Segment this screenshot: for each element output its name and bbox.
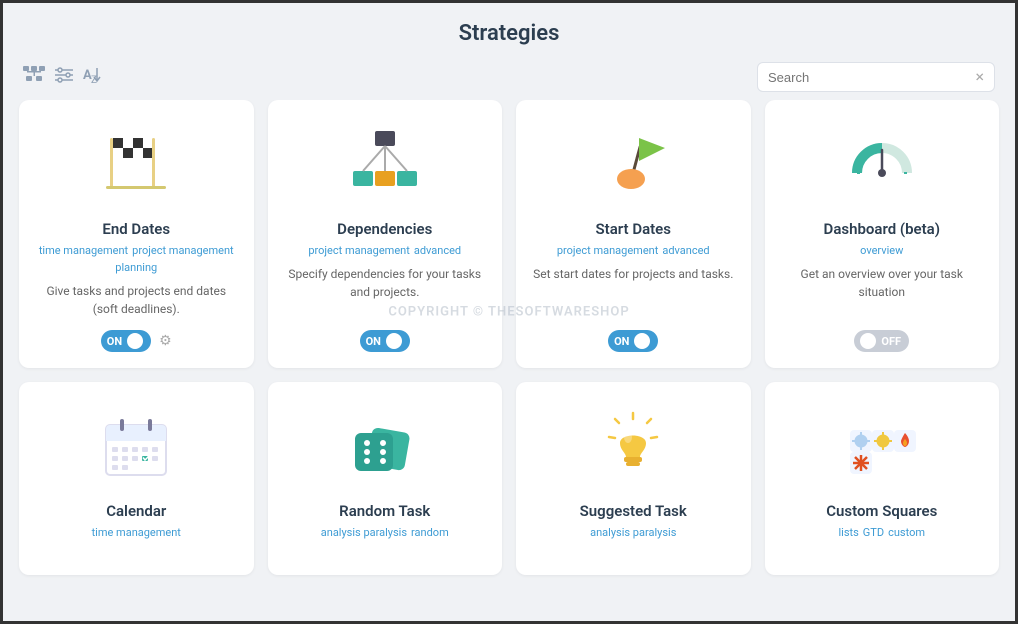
tag-time-management[interactable]: time management (39, 244, 128, 257)
card-dependencies: Dependencies project management advanced… (268, 100, 503, 368)
suggested-task-title: Suggested Task (580, 502, 687, 520)
start-dates-toggle-label: ON (614, 335, 629, 348)
end-dates-toggle[interactable]: ON (101, 330, 151, 352)
search-input[interactable] (768, 70, 975, 85)
tag-random[interactable]: random (411, 526, 449, 539)
toolbar-left: A Z (23, 66, 101, 89)
card-start-dates: Start Dates project management advanced … (516, 100, 751, 368)
start-dates-footer: ON (608, 330, 658, 352)
card-calendar: Calendar time management (19, 382, 254, 575)
tag-advanced2[interactable]: advanced (662, 244, 709, 257)
end-dates-tags: time management project management plann… (35, 244, 238, 274)
custom-squares-tags: lists GTD custom (838, 526, 925, 539)
tag-analysis-paralysis2[interactable]: analysis paralysis (590, 526, 676, 539)
hierarchy-icon[interactable] (23, 66, 45, 89)
tag-proj-mgmt2[interactable]: project management (557, 244, 658, 257)
dependencies-toggle-label: ON (366, 335, 381, 348)
tag-advanced[interactable]: advanced (414, 244, 461, 257)
page-title: Strategies (3, 21, 1015, 46)
cards-container: End Dates time management project manage… (3, 100, 1015, 621)
dashboard-title: Dashboard (beta) (824, 220, 940, 238)
end-dates-description: Give tasks and projects end dates (soft … (35, 282, 238, 318)
dashboard-image (842, 118, 922, 208)
end-dates-toggle-label: ON (107, 335, 122, 348)
tag-project-mgmt[interactable]: project management (308, 244, 409, 257)
dashboard-toggle-label: OFF (881, 335, 901, 348)
tag-gtd[interactable]: GTD (863, 526, 884, 539)
dependencies-tags: project management advanced (308, 244, 461, 257)
calendar-image (96, 400, 176, 490)
tag-custom[interactable]: custom (888, 526, 925, 539)
end-dates-title: End Dates (102, 220, 170, 238)
dashboard-toggle-knob (860, 333, 876, 349)
dashboard-description: Get an overview over your task situation (781, 265, 984, 318)
card-dashboard: Dashboard (beta) overview Get an overvie… (765, 100, 1000, 368)
filter-icon[interactable] (55, 66, 73, 89)
start-dates-image (593, 118, 673, 208)
suggested-task-tags: analysis paralysis (590, 526, 676, 539)
dependencies-title: Dependencies (337, 220, 432, 238)
tag-time-mgmt2[interactable]: time management (92, 526, 181, 539)
tag-overview[interactable]: overview (860, 244, 903, 257)
card-suggested-task: Suggested Task analysis paralysis (516, 382, 751, 575)
tag-analysis-paralysis[interactable]: analysis paralysis (321, 526, 407, 539)
dashboard-tags: overview (860, 244, 903, 257)
dashboard-toggle[interactable]: OFF (854, 330, 909, 352)
dashboard-footer: OFF (854, 330, 909, 352)
dependencies-footer: ON (360, 330, 410, 352)
end-dates-toggle-knob (127, 333, 143, 349)
dependencies-description: Specify dependencies for your tasks and … (284, 265, 487, 318)
custom-squares-title: Custom Squares (826, 502, 937, 520)
tag-lists[interactable]: lists (838, 526, 858, 539)
page-header: Strategies (3, 3, 1015, 56)
end-dates-image (96, 118, 176, 208)
start-dates-title: Start Dates (596, 220, 671, 238)
calendar-tags: time management (92, 526, 181, 539)
tag-project-management[interactable]: project management (132, 244, 233, 257)
page: Strategies (3, 3, 1015, 621)
start-dates-description: Set start dates for projects and tasks. (533, 265, 733, 318)
dependencies-toggle[interactable]: ON (360, 330, 410, 352)
tag-planning[interactable]: planning (115, 261, 157, 274)
start-dates-tags: project management advanced (557, 244, 710, 257)
card-end-dates: End Dates time management project manage… (19, 100, 254, 368)
start-dates-toggle-knob (634, 333, 650, 349)
custom-squares-image (842, 400, 922, 490)
search-box[interactable]: × (757, 62, 995, 92)
end-dates-gear-icon[interactable]: ⚙ (159, 333, 172, 349)
random-task-title: Random Task (339, 502, 430, 520)
card-custom-squares: Custom Squares lists GTD custom (765, 382, 1000, 575)
toolbar: A Z × (3, 56, 1015, 100)
card-random-task: Random Task analysis paralysis random (268, 382, 503, 575)
start-dates-toggle[interactable]: ON (608, 330, 658, 352)
cards-grid: End Dates time management project manage… (19, 100, 999, 575)
sort-icon[interactable]: A Z (83, 66, 101, 89)
calendar-title: Calendar (106, 502, 166, 520)
random-task-tags: analysis paralysis random (321, 526, 449, 539)
random-task-image (345, 400, 425, 490)
dependencies-image (345, 118, 425, 208)
suggested-task-image (593, 400, 673, 490)
end-dates-footer: ON ⚙ (101, 330, 172, 352)
dependencies-toggle-knob (386, 333, 402, 349)
search-clear-button[interactable]: × (975, 69, 984, 85)
